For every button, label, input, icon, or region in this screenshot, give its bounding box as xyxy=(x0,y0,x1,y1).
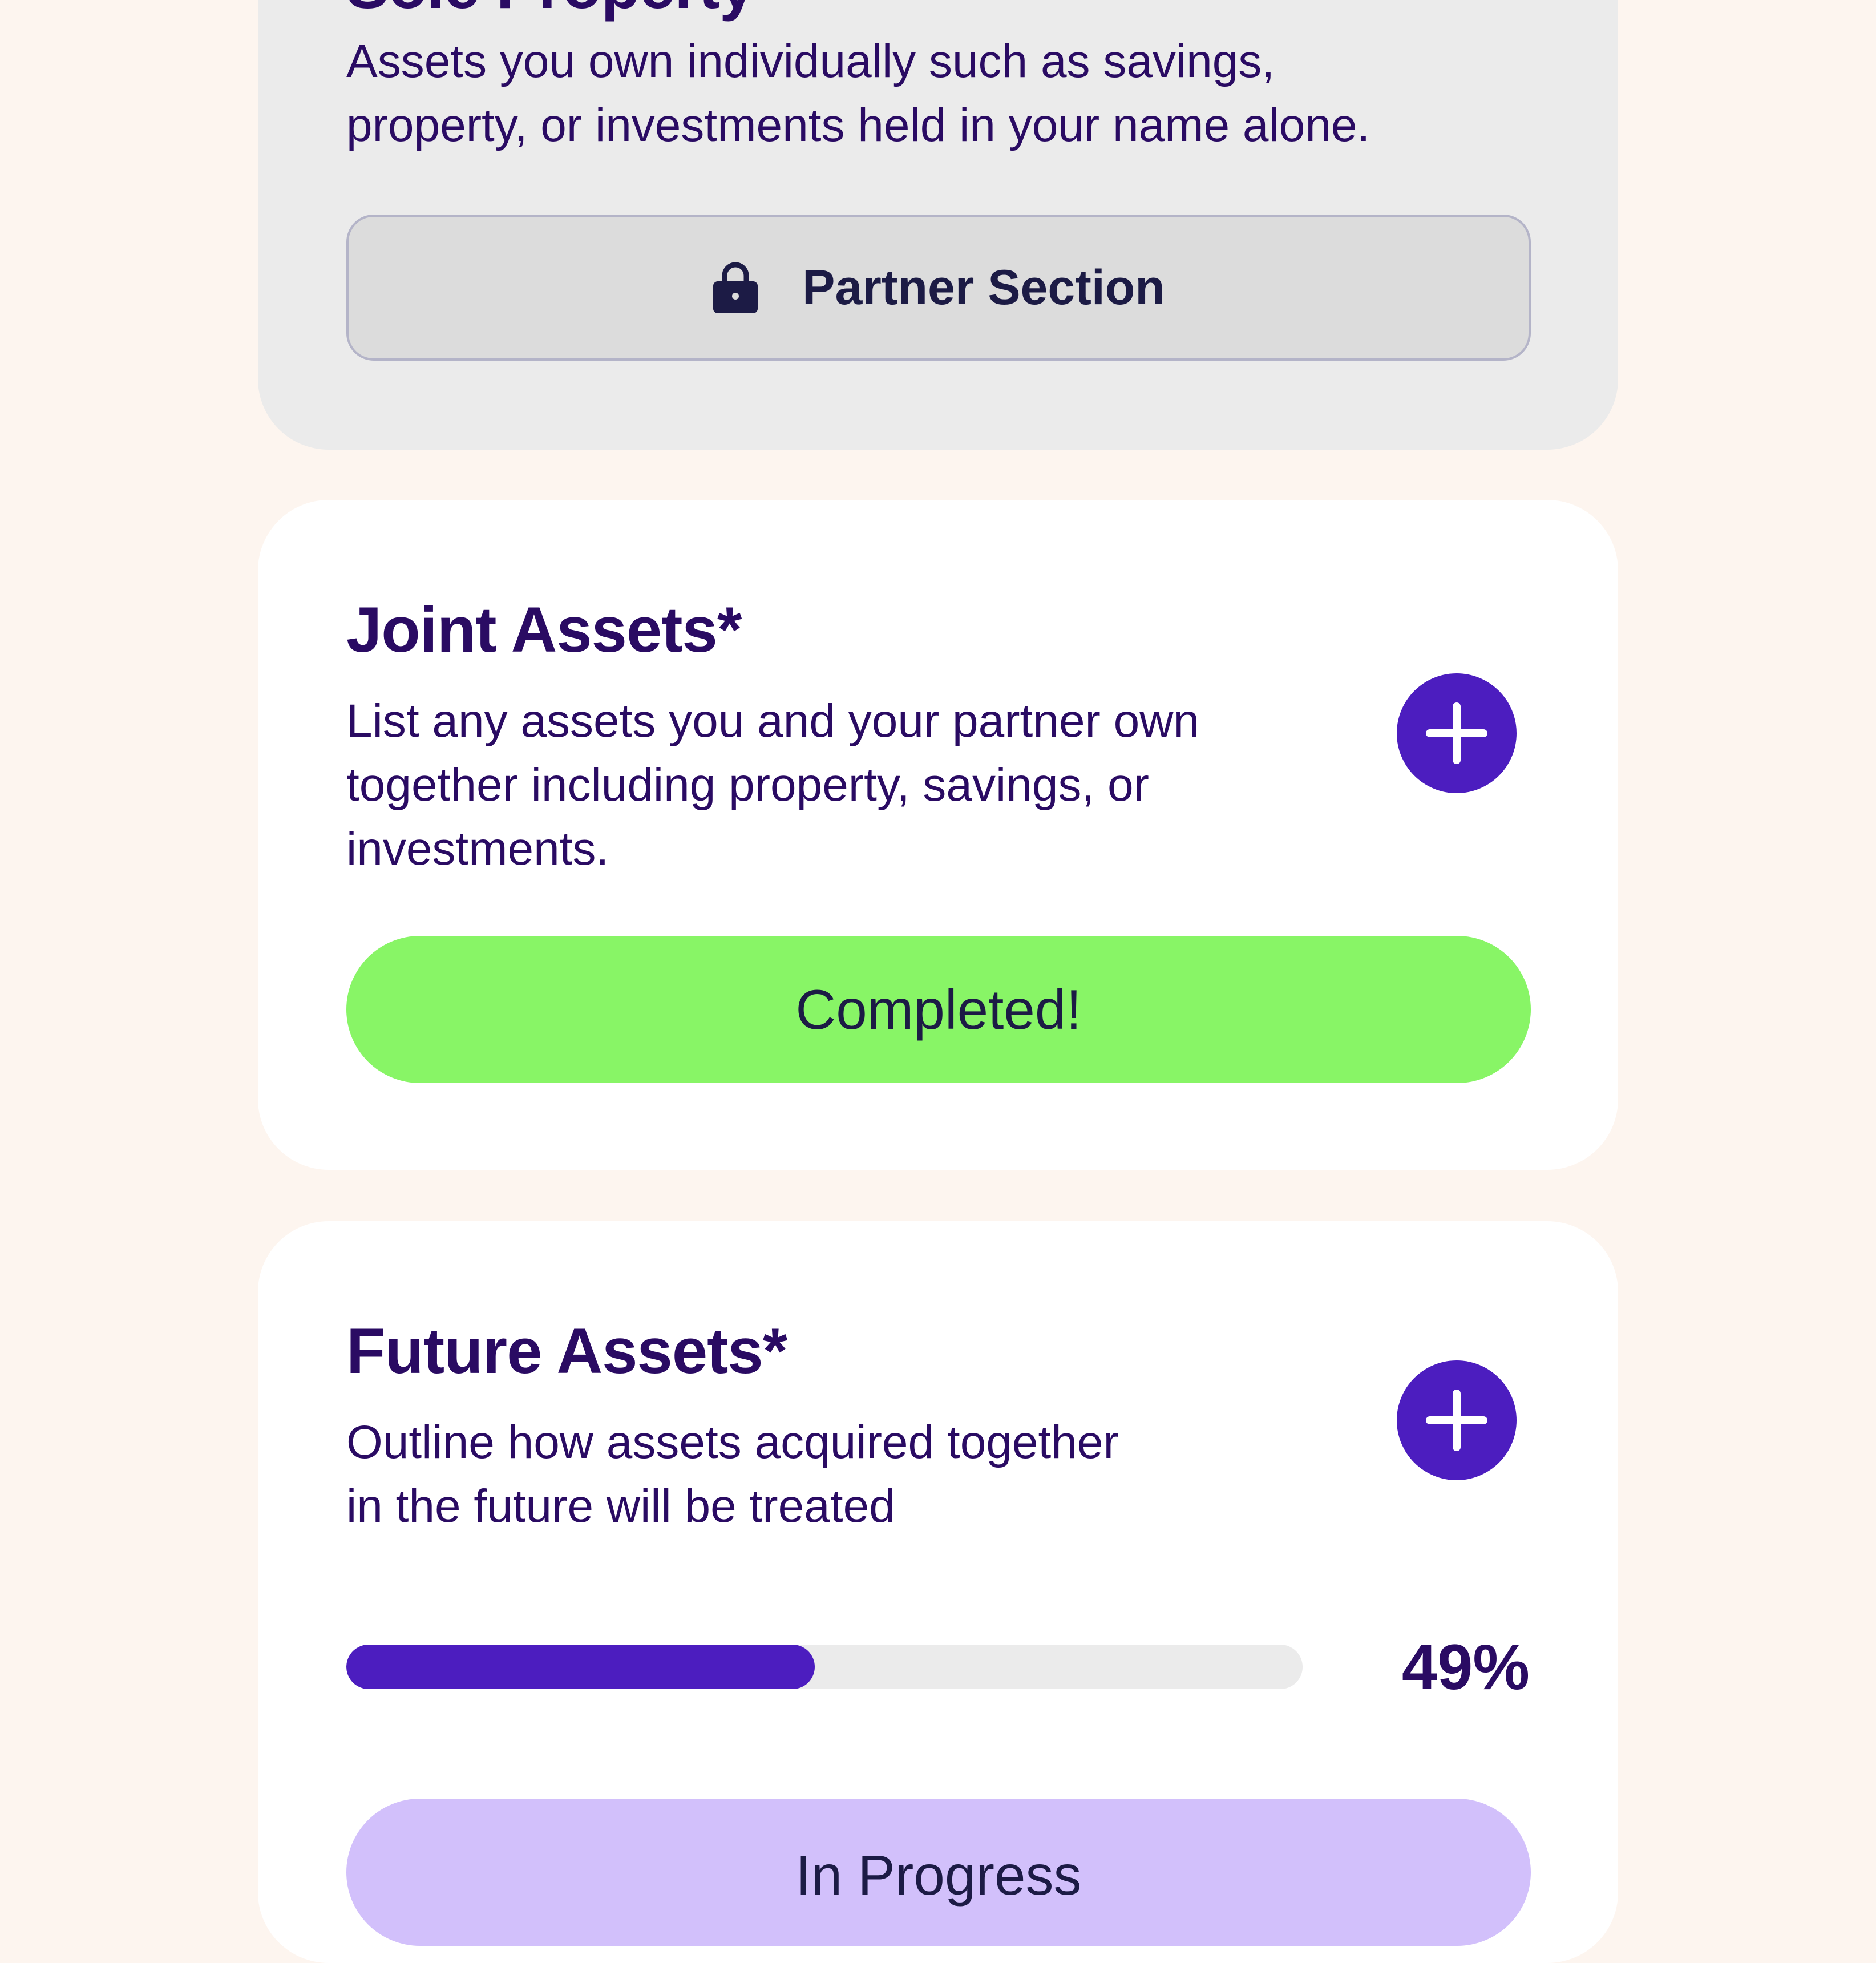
future-assets-card: Future Assets* Outline how assets acquir… xyxy=(258,1221,1618,1963)
partner-section-label: Partner Section xyxy=(802,260,1165,315)
plus-icon xyxy=(1426,702,1487,764)
add-joint-asset-button[interactable] xyxy=(1397,673,1517,793)
progress-bar-fill xyxy=(346,1645,815,1689)
card-title: Joint Assets* xyxy=(346,594,742,665)
card-description: Assets you own individually such as savi… xyxy=(346,35,1370,151)
sole-property-card: Sole Property* Assets you own individual… xyxy=(258,0,1618,450)
card-title: Sole Property* xyxy=(346,0,779,18)
lock-icon xyxy=(713,262,758,313)
card-description: List any assets you and your partner own… xyxy=(346,695,1200,875)
in-progress-status-button[interactable]: In Progress xyxy=(346,1799,1531,1946)
card-title: Future Assets* xyxy=(346,1315,787,1387)
progress-bar xyxy=(346,1645,1303,1689)
progress-percent: 49% xyxy=(1401,1631,1530,1703)
partner-section-button[interactable]: Partner Section xyxy=(346,215,1531,361)
plus-icon xyxy=(1426,1390,1487,1451)
joint-assets-card: Joint Assets* List any assets you and yo… xyxy=(258,500,1618,1170)
card-description: Outline how assets acquired together in … xyxy=(346,1416,1119,1532)
completed-status-button[interactable]: Completed! xyxy=(346,936,1531,1083)
add-future-asset-button[interactable] xyxy=(1397,1360,1517,1480)
